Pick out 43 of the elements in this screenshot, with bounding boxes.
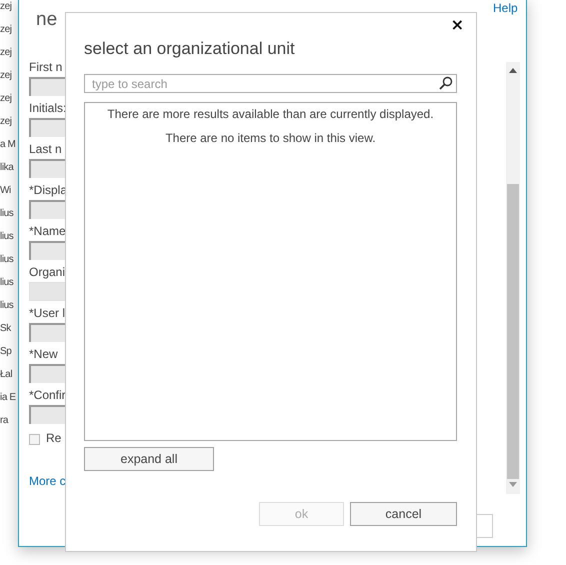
- field-label: *Name: [29, 223, 66, 240]
- list-item-text[interactable]: zej: [0, 92, 12, 115]
- list-item-text[interactable]: lius: [0, 230, 14, 253]
- field-label: *Confir: [29, 387, 66, 404]
- results-message: There are more results available than are currently displayed.: [107, 107, 434, 122]
- list-item-text[interactable]: zej: [0, 0, 12, 23]
- checkbox-label: Re: [46, 430, 62, 447]
- list-item-text[interactable]: zej: [0, 115, 12, 138]
- scroll-up-icon[interactable]: [509, 68, 517, 73]
- list-item-text[interactable]: a M: [0, 138, 16, 161]
- checkbox[interactable]: [29, 434, 40, 444]
- results-message: There are no items to show in this view.: [165, 131, 376, 146]
- field-label: *New: [29, 346, 58, 363]
- field-label: *User l: [29, 305, 66, 322]
- list-item-text[interactable]: Sk: [0, 322, 11, 345]
- list-item-text[interactable]: lius: [0, 207, 14, 230]
- list-item-text[interactable]: zej: [0, 23, 12, 46]
- cancel-button[interactable]: cancel: [350, 502, 457, 526]
- dialog-title: select an organizational unit: [84, 39, 296, 59]
- search-icon[interactable]: [439, 76, 453, 90]
- list-item-text[interactable]: lius: [0, 276, 14, 299]
- list-item-text[interactable]: Sp: [0, 345, 12, 368]
- more-link[interactable]: More c: [29, 474, 66, 488]
- list-item-text[interactable]: lika: [0, 161, 14, 184]
- search-field[interactable]: type to search: [84, 74, 457, 93]
- list-item-text[interactable]: Łal: [0, 368, 12, 391]
- close-button[interactable]: ×: [448, 17, 466, 33]
- window-title: ne: [36, 9, 58, 31]
- list-item-text[interactable]: Wi: [0, 184, 11, 207]
- list-item-text[interactable]: ra: [0, 414, 8, 437]
- list-item-text[interactable]: zej: [0, 46, 12, 69]
- list-item-text[interactable]: zej: [0, 69, 12, 92]
- scrollbar[interactable]: [506, 62, 520, 494]
- list-item-text[interactable]: lius: [0, 253, 14, 276]
- field-label: Organi: [29, 264, 66, 281]
- help-link[interactable]: Help: [493, 1, 518, 15]
- expand-all-button[interactable]: expand all: [84, 447, 214, 471]
- scroll-down-icon[interactable]: [509, 482, 517, 487]
- field-label: First n: [29, 59, 62, 76]
- field-label: Initials:: [29, 100, 66, 117]
- list-item-text[interactable]: lius: [0, 299, 14, 322]
- field-label: Last n: [29, 141, 62, 158]
- list-item-text[interactable]: ia E: [0, 391, 16, 414]
